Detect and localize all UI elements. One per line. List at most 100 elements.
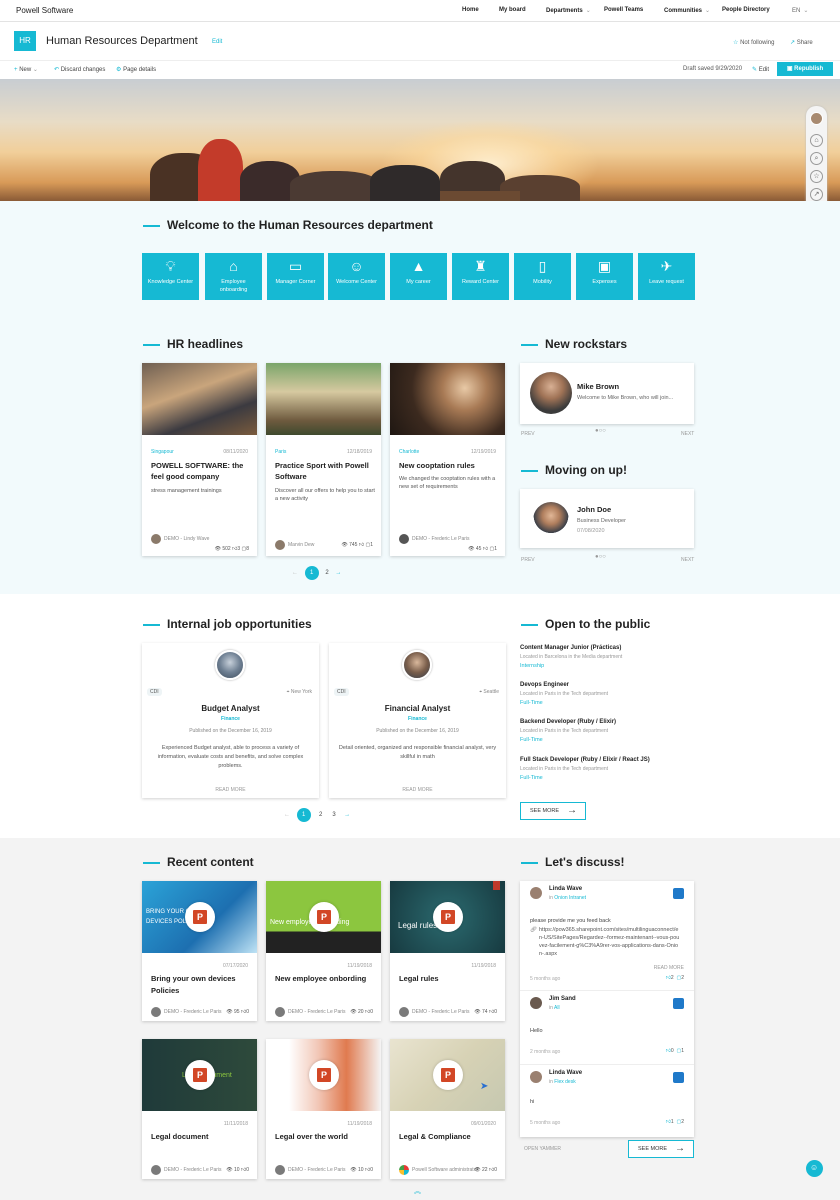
document-card[interactable]: Legal document 11/11/2018 Legal document… — [142, 1039, 257, 1179]
document-card[interactable]: Legal rules 11/19/2018 Legal rules DEMO … — [390, 881, 505, 1021]
share-button[interactable]: ↗ Share — [790, 39, 813, 46]
discard-changes-button[interactable]: ↶ Discard changes — [54, 66, 105, 73]
person-name: John Doe — [577, 505, 612, 514]
document-card[interactable]: ➤ 09/01/2020 Legal & Compliance Powell S… — [390, 1039, 505, 1179]
prev-link[interactable]: PREV — [521, 431, 535, 437]
news-date: 12/19/2019 — [470, 449, 496, 455]
post-time: 5 months ago — [530, 976, 561, 982]
avatar — [533, 502, 569, 538]
public-job-item[interactable]: Full Stack Developer (Ruby / Elixir / Re… — [520, 757, 650, 781]
prev-arrow-icon[interactable]: ← — [284, 812, 290, 818]
news-card[interactable]: Singapour 08/11/2020 POWELL SOFTWARE: th… — [142, 363, 257, 556]
new-button[interactable]: + New ⌄ — [14, 66, 38, 73]
language-selector[interactable]: EN ⌄ — [792, 7, 808, 14]
carousel-dots[interactable]: ●○○ — [595, 428, 606, 434]
job-card[interactable]: CDI ⌖ Seattle Financial Analyst Finance … — [329, 643, 506, 798]
tile-knowledge-center[interactable]: 💡︎ Knowledge Center — [142, 253, 199, 300]
notifications-icon[interactable]: ⌂ — [810, 134, 823, 147]
see-more-jobs-button[interactable]: SEE MORE → — [520, 802, 586, 820]
post-link[interactable]: 🔗︎ https://pow365.sharepoint.com/sites/mu… — [530, 926, 680, 958]
nav-powell-teams[interactable]: Powell Teams — [604, 7, 643, 13]
edit-page-button[interactable]: ✎ Edit — [752, 66, 769, 73]
page-1[interactable]: 1 — [304, 566, 319, 580]
prev-link[interactable]: PREV — [521, 557, 535, 563]
avatar — [151, 1165, 161, 1175]
tile-employee-onboarding[interactable]: ⌂ Employee onboarding — [205, 253, 262, 300]
document-card[interactable]: BRING YOUR OWN DEVICES POLICIES 07/17/20… — [142, 881, 257, 1021]
read-more-link[interactable]: READ MORE — [654, 965, 684, 971]
nav-departments[interactable]: Departments ⌄ — [546, 7, 591, 14]
powerpoint-icon — [185, 902, 215, 932]
tile-manager-corner[interactable]: ▭ Manager Corner — [267, 253, 324, 300]
avatar — [275, 1007, 285, 1017]
search-icon[interactable]: ⌕ — [810, 152, 823, 165]
brand-name[interactable]: Powell Software — [16, 6, 73, 15]
follow-button[interactable]: ☆ Not following — [733, 39, 774, 46]
prev-arrow-icon[interactable]: ← — [292, 570, 298, 576]
news-card[interactable]: Charlotte 12/19/2019 New cooptation rule… — [390, 363, 505, 556]
document-card[interactable]: 11/19/2018 Legal over the world DEMO - F… — [266, 1039, 381, 1179]
open-yammer-link[interactable]: OPEN YAMMER — [524, 1146, 561, 1152]
user-avatar[interactable] — [810, 112, 823, 125]
public-job-item[interactable]: Backend Developer (Ruby / Elixir) Located… — [520, 719, 616, 743]
page-1[interactable]: 1 — [296, 808, 311, 822]
document-card[interactable]: New employee onbording 11/19/2018 New em… — [266, 881, 381, 1021]
job-location: ⌖ New York — [286, 689, 312, 695]
feed-post[interactable]: Linda Wave in Flex desk hi 5 months ago … — [520, 1065, 694, 1137]
tile-welcome-center[interactable]: ☺ Welcome Center — [328, 253, 385, 300]
republish-button[interactable]: ▣ Republish — [777, 62, 833, 76]
rockstar-card[interactable]: Mike Brown Welcome to Mike Brown, who wi… — [520, 363, 694, 424]
document-author: DEMO - Frederic Le Paris — [164, 1009, 222, 1015]
news-stats: 👁︎ 45 👍︎ ▢1 — [468, 546, 497, 552]
page-details-button[interactable]: ⚙ Page details — [116, 66, 156, 73]
page-3[interactable]: 3 — [332, 812, 335, 818]
page-2[interactable]: 2 — [319, 812, 322, 818]
post-text: Hello — [530, 1028, 543, 1034]
avatar — [530, 887, 542, 899]
avatar — [275, 540, 285, 550]
tile-my-career[interactable]: ▲ My career — [390, 253, 447, 300]
eye-icon: 👁︎ — [474, 1167, 481, 1173]
scroll-top-icon[interactable]: ︽ — [414, 1186, 421, 1196]
news-card[interactable]: Paris 12/18/2019 Practice Sport with Pow… — [266, 363, 381, 556]
public-job-item[interactable]: Content Manager Junior (Prácticas) Locate… — [520, 645, 622, 669]
edit-site-link[interactable]: Edit — [212, 39, 222, 45]
next-arrow-icon[interactable]: → — [344, 812, 350, 818]
next-link[interactable]: NEXT — [681, 431, 694, 437]
site-logo[interactable]: HR — [14, 31, 36, 51]
tile-reward-center[interactable]: ♜ Reward Center — [452, 253, 509, 300]
public-job-item[interactable]: Devops Engineer Located in Paris in the T… — [520, 682, 608, 706]
tile-mobility[interactable]: ▯ Mobility — [514, 253, 571, 300]
plane-icon: ✈ — [660, 258, 673, 274]
next-arrow-icon[interactable]: → — [335, 570, 341, 576]
document-title: New employee onbording — [275, 974, 367, 983]
document-title: Legal over the world — [275, 1132, 348, 1141]
powerpoint-icon — [309, 902, 339, 932]
nav-communities[interactable]: Communities ⌄ — [664, 7, 710, 14]
tile-leave-request[interactable]: ✈ Leave request — [638, 253, 695, 300]
chevron-down-icon: ⌄ — [32, 67, 38, 73]
tile-expenses[interactable]: ▣ Expenses — [576, 253, 633, 300]
nav-home[interactable]: Home — [462, 7, 479, 13]
moving-up-card[interactable]: John Doe Business Developer 07/08/2020 — [520, 489, 694, 548]
star-icon[interactable]: ☆ — [810, 170, 823, 183]
feed-post[interactable]: Linda Wave in Onion Intranet please prov… — [520, 881, 694, 991]
job-card[interactable]: CDI ⌖ New York Budget Analyst Finance Pu… — [142, 643, 319, 798]
page-2[interactable]: 2 — [325, 570, 328, 576]
nav-people-directory[interactable]: People Directory — [722, 7, 770, 13]
feed-post[interactable]: Jim Sand in All Hello 2 months ago 👍︎0 ▢… — [520, 991, 694, 1065]
chevron-down-icon: ⌄ — [585, 8, 591, 14]
document-author: DEMO - Frederic Le Paris — [288, 1167, 346, 1173]
document-title: Legal & Compliance — [399, 1132, 471, 1141]
avatar — [275, 1165, 285, 1175]
see-more-discussions-button[interactable]: SEE MORE → — [628, 1140, 694, 1158]
undo-icon: ↶ — [54, 67, 60, 73]
chat-icon[interactable]: ☺ — [806, 1160, 823, 1177]
chart-icon[interactable]: ↗ — [810, 188, 823, 201]
next-link[interactable]: NEXT — [681, 557, 694, 563]
read-more-link[interactable]: READ MORE — [142, 787, 319, 793]
avatar — [530, 997, 542, 1009]
read-more-link[interactable]: READ MORE — [329, 787, 506, 793]
carousel-dots[interactable]: ●○○ — [595, 554, 606, 560]
nav-my-board[interactable]: My board — [499, 7, 526, 13]
